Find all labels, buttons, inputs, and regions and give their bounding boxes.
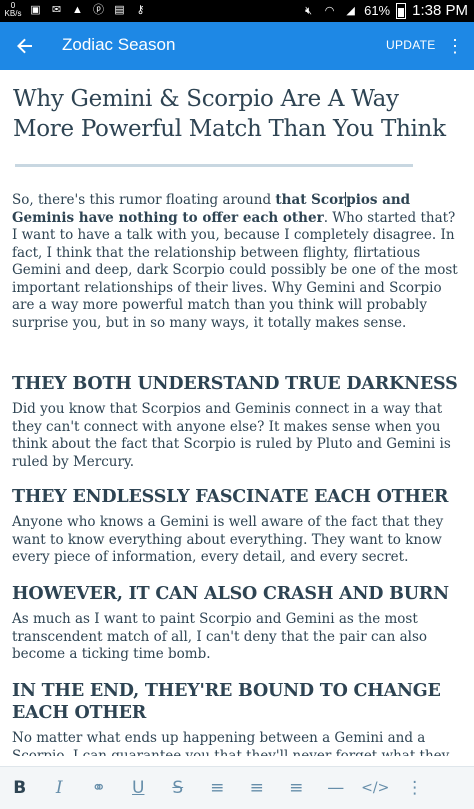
key-icon: ⚷ xyxy=(136,4,145,16)
image-icon: ▣ xyxy=(30,4,41,16)
align-right-icon[interactable]: ≡ xyxy=(277,767,317,809)
status-bar: 0 KB/s ▣ ✉ ▲ ⓟ ▤ ⚷ 🔇︎ ◠ ◢ 61% 1:38 PM xyxy=(0,0,474,22)
align-left-icon[interactable]: ≡ xyxy=(198,767,238,809)
gmail-icon: ✉ xyxy=(51,4,62,16)
link-icon[interactable]: ⚭ xyxy=(79,767,119,809)
italic-button[interactable]: I xyxy=(40,767,80,809)
data-speed-indicator: 0 KB/s xyxy=(4,2,22,18)
intro-text-start: So, there's this rumor floating around xyxy=(12,192,276,208)
section-paragraph[interactable]: No matter what ends up happening between… xyxy=(12,730,464,756)
section-heading[interactable]: THEY ENDLESSLY FASCINATE EACH OTHER xyxy=(12,486,464,508)
intro-text-end: . Who started that? I want to have a tal… xyxy=(12,209,458,331)
intro-paragraph[interactable]: So, there's this rumor floating around t… xyxy=(12,192,464,332)
more-icon[interactable]: ⋮ xyxy=(395,767,435,809)
sd-card-icon: ▤ xyxy=(114,4,125,16)
align-center-icon[interactable]: ≡ xyxy=(237,767,277,809)
section-heading[interactable]: IN THE END, THEY'RE BOUND TO CHANGE EACH… xyxy=(12,680,464,724)
wifi-icon: ◠ xyxy=(324,4,335,17)
alert-icon: ▲ xyxy=(72,4,83,16)
intro-bold-text-a: that Scor xyxy=(275,192,346,208)
update-button[interactable]: UPDATE xyxy=(386,38,436,52)
title-divider xyxy=(15,164,413,167)
section-paragraph[interactable]: As much as I want to paint Scorpio and G… xyxy=(12,611,464,664)
section-heading[interactable]: HOWEVER, IT CAN ALSO CRASH AND BURN xyxy=(12,583,464,605)
signal-icon: ◢ xyxy=(346,4,355,17)
horizontal-rule-icon[interactable]: — xyxy=(316,767,356,809)
strikethrough-button[interactable]: S xyxy=(158,767,198,809)
overflow-menu-icon[interactable]: ⋮ xyxy=(446,34,464,58)
battery-icon xyxy=(396,2,407,19)
section-paragraph[interactable]: Anyone who knows a Gemini is well aware … xyxy=(12,514,464,567)
back-arrow-icon[interactable] xyxy=(16,32,44,60)
mute-icon: 🔇︎ xyxy=(305,4,313,17)
clock: 1:38 PM xyxy=(412,2,468,19)
battery-percent: 61% xyxy=(364,3,391,18)
section-paragraph[interactable]: Did you know that Scorpios and Geminis c… xyxy=(12,401,464,471)
bold-button[interactable]: B xyxy=(0,767,40,809)
data-speed-unit: KB/s xyxy=(4,9,22,18)
pinterest-icon: ⓟ xyxy=(93,4,104,16)
post-title[interactable]: Why Gemini & Scorpio Are A Way More Powe… xyxy=(13,84,463,144)
post-editor[interactable]: Why Gemini & Scorpio Are A Way More Powe… xyxy=(0,70,474,756)
site-title: Zodiac Season xyxy=(62,35,176,54)
section-heading[interactable]: THEY BOTH UNDERSTAND TRUE DARKNESS xyxy=(12,373,464,395)
app-bar: Zodiac Season UPDATE ⋮ xyxy=(0,22,474,70)
html-mode-icon[interactable]: </> xyxy=(356,767,396,809)
format-toolbar: B I ⚭ U S ≡ ≡ ≡ — </> ⋮ xyxy=(0,766,474,809)
underline-button[interactable]: U xyxy=(119,767,159,809)
